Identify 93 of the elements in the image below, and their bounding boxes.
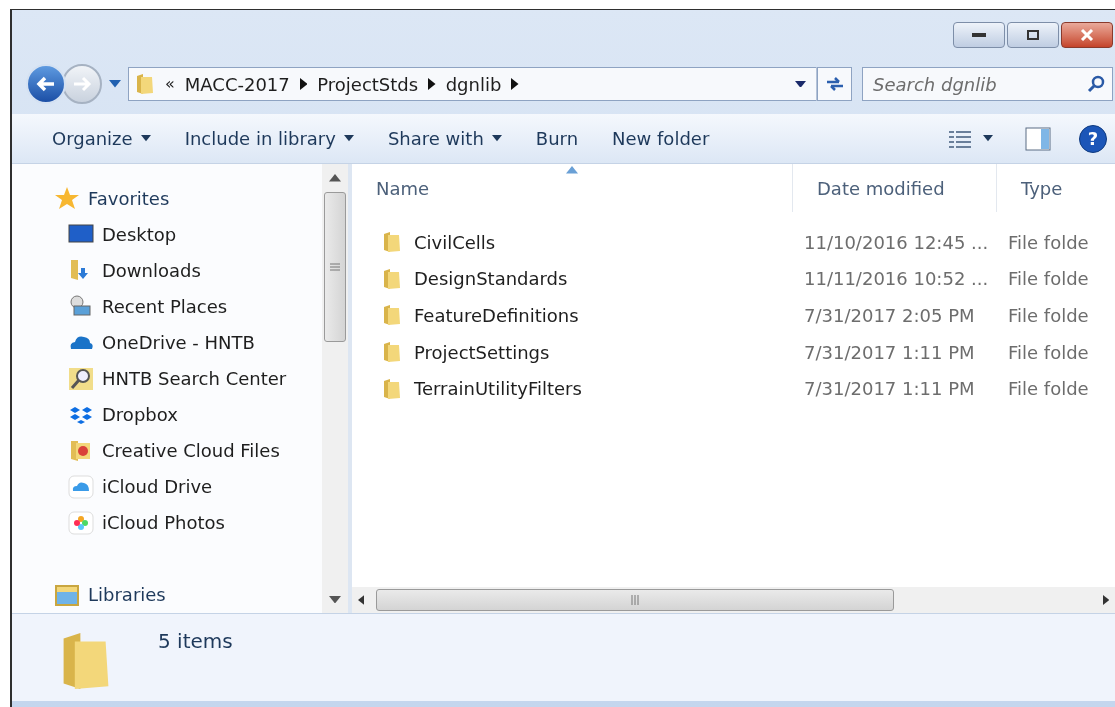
caret-icon (140, 135, 151, 142)
grip-icon (631, 595, 640, 605)
file-name[interactable]: CivilCells (414, 228, 496, 256)
caret-icon (491, 135, 502, 142)
grip-icon (330, 262, 340, 271)
date-cell-text: 7/31/2017 1:11 PM (803, 377, 976, 402)
folder-icon (382, 231, 402, 254)
chevron-icon (299, 78, 308, 90)
file-name-cell[interactable]: TerrainUtilityFilters (352, 375, 792, 403)
scroll-right-icon (1102, 595, 1109, 605)
help-button[interactable]: ? (1079, 124, 1107, 153)
photos-flower-icon (68, 510, 94, 535)
magnifier-icon (68, 366, 94, 391)
folder-icon (382, 304, 402, 327)
column-header[interactable]: Date modified (792, 164, 996, 212)
sort-arrow-icon (566, 166, 578, 174)
sidebar-item[interactable]: iCloud Photos (54, 504, 322, 541)
column-header[interactable]: Name (352, 164, 792, 212)
sidebar-item[interactable]: Downloads (54, 252, 322, 289)
toolbar-button[interactable]: New folder (600, 120, 722, 157)
type-cell-text: File folde (1007, 304, 1089, 328)
maximize-button[interactable] (1007, 22, 1059, 48)
breadcrumb-item[interactable]: dgnlib (445, 70, 502, 98)
column-header[interactable]: Type (996, 164, 1115, 212)
minimize-icon (972, 33, 986, 37)
sidebar-item[interactable]: iCloud Drive (54, 468, 322, 505)
type-cell-text: File folde (1007, 267, 1089, 292)
chevron-icon (511, 78, 519, 90)
toolbar-button[interactable]: Include in library (172, 120, 366, 157)
address-bar[interactable]: « MACC-2017 ProjectStds dgnlib (128, 67, 818, 101)
cloud-icon (68, 474, 94, 499)
sidebar-item[interactable]: Dropbox (54, 396, 322, 433)
refresh-arrows-icon (824, 76, 845, 92)
sidebar-item[interactable]: Recent Places (54, 288, 322, 325)
caret-icon (795, 80, 806, 88)
horizontal-scrollbar[interactable] (352, 587, 1115, 613)
date-cell-text: 11/10/2016 12:45 ... (803, 230, 990, 255)
folder-icon (382, 377, 402, 400)
toolbar-button[interactable]: Share with (375, 120, 514, 157)
sidebar-item[interactable]: HNTB Search Center (54, 360, 322, 397)
folder-icon (382, 341, 402, 364)
date-cell-text: 7/31/2017 2:05 PM (803, 304, 976, 328)
file-name-cell[interactable]: ProjectSettings (352, 338, 792, 366)
preview-pane-icon (1025, 126, 1051, 151)
back-arrow-icon (36, 76, 56, 92)
sidebar-item[interactable]: OneDrive - HNTB (54, 324, 322, 361)
restore-icon (1027, 30, 1039, 40)
type-cell-text: File folde (1007, 230, 1089, 255)
file-name[interactable]: ProjectSettings (414, 338, 550, 366)
recent-places-icon (68, 294, 94, 319)
breadcrumb-item[interactable]: MACC-2017 (184, 70, 290, 98)
sidebar-group-header[interactable]: Favorites (54, 180, 322, 217)
scroll-up-icon (329, 174, 341, 182)
search-icon (1087, 75, 1105, 93)
refresh-button[interactable] (818, 67, 852, 101)
sidebar-group-header[interactable]: Libraries (54, 576, 322, 614)
scroll-down-icon (329, 595, 341, 603)
back-button[interactable] (26, 64, 66, 104)
file-name[interactable]: FeatureDefinitions (414, 302, 579, 329)
date-cell-text: 11/11/2016 10:52 ... (803, 267, 990, 292)
scroll-left-icon (358, 595, 365, 605)
folder-icon (382, 267, 402, 290)
caret-icon (983, 135, 993, 142)
folder-icon (135, 72, 155, 96)
type-cell-text: File folde (1007, 377, 1089, 402)
details-view-icon (949, 129, 971, 148)
file-name-cell[interactable]: CivilCells (352, 228, 792, 256)
search-field[interactable]: Search dgnlib (862, 67, 1113, 101)
minimize-button[interactable] (953, 22, 1005, 48)
libraries-icon (54, 583, 80, 607)
close-icon (1080, 29, 1094, 41)
scrollbar-thumb[interactable] (324, 191, 346, 342)
caret-icon (109, 80, 121, 88)
star-icon (54, 186, 80, 211)
sidebar-item[interactable]: Desktop (54, 216, 322, 253)
sidebar-item[interactable]: Creative Cloud Files (54, 432, 322, 469)
toolbar-button[interactable]: Organize (40, 120, 163, 157)
caret-icon (343, 135, 354, 142)
overflow-mark[interactable]: « (165, 72, 175, 96)
breadcrumb-item[interactable]: ProjectStds (317, 70, 419, 98)
file-name[interactable]: DesignStandards (414, 265, 568, 293)
toolbar-button[interactable]: Burn (523, 120, 591, 157)
scrollbar-thumb[interactable] (376, 589, 895, 611)
date-cell-text: 7/31/2017 1:11 PM (803, 340, 976, 365)
close-button[interactable] (1061, 22, 1113, 48)
chevron-icon (428, 78, 436, 90)
file-name-cell[interactable]: FeatureDefinitions (352, 302, 792, 329)
forward-arrow-icon (72, 76, 92, 92)
vertical-scrollbar[interactable] (322, 164, 348, 613)
type-cell-text: File folde (1007, 340, 1089, 365)
item-count: 5 items (158, 628, 233, 655)
file-name-cell[interactable]: DesignStandards (352, 265, 792, 293)
file-name[interactable]: TerrainUtilityFilters (414, 375, 582, 403)
